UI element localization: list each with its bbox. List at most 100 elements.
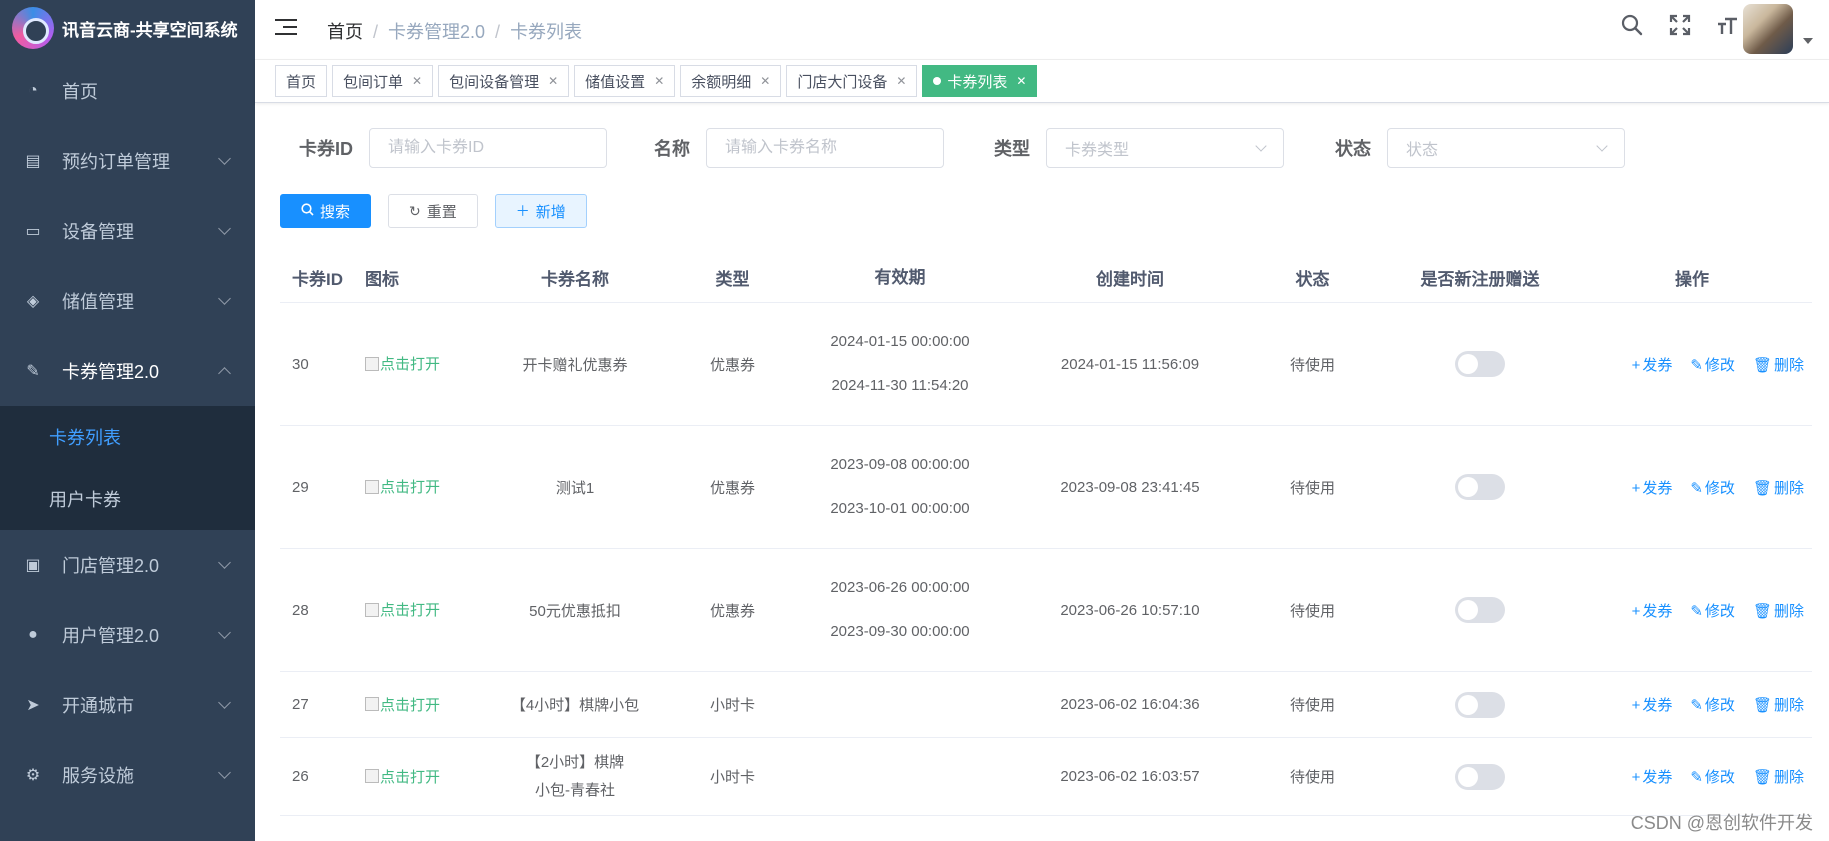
logo: 讯音云商-共享空间系统 — [0, 0, 255, 56]
tag-balance-details[interactable]: 余额明细 ✕ — [680, 65, 782, 97]
coupon-image-link[interactable]: 点击打开 — [365, 476, 440, 497]
button-label: 搜索 — [320, 203, 351, 221]
delete-button[interactable]: 🗑 删除 — [1753, 600, 1804, 621]
broken-image-icon — [365, 769, 379, 784]
cell-name: 【2小时】棋牌小包-青春社 — [525, 753, 625, 799]
delete-button[interactable]: 🗑 删除 — [1753, 694, 1804, 715]
edit-button[interactable]: ✎ 修改 — [1690, 766, 1735, 787]
sidebar-item-label: 预约订单管理 — [62, 152, 170, 172]
coupon-image-link[interactable]: 点击打开 — [365, 599, 440, 620]
action-label: 删除 — [1773, 602, 1804, 620]
action-label: 修改 — [1704, 602, 1735, 620]
close-icon[interactable]: ✕ — [760, 74, 770, 88]
register-gift-switch[interactable] — [1455, 474, 1505, 500]
breadcrumb-item: 卡券管理2.0 — [388, 22, 486, 42]
close-icon[interactable]: ✕ — [654, 74, 664, 88]
edit-button[interactable]: ✎ 修改 — [1690, 477, 1735, 498]
caret-down-icon[interactable] — [1803, 38, 1813, 44]
register-gift-switch[interactable] — [1455, 351, 1505, 377]
gear-icon: ⚙ — [25, 767, 41, 784]
action-label: 发券 — [1642, 769, 1673, 786]
tag-label: 包间订单 — [343, 73, 404, 91]
search-button[interactable]: 搜索 — [280, 194, 372, 228]
image-alt-text: 点击打开 — [380, 696, 441, 714]
breadcrumb-item[interactable]: 首页 — [327, 22, 363, 42]
tag-label: 门店大门设备 — [797, 73, 888, 91]
coupon-image-link[interactable]: 点击打开 — [365, 353, 440, 374]
cell-id: 30 — [292, 355, 309, 373]
edit-button[interactable]: ✎ 修改 — [1690, 694, 1735, 715]
add-button[interactable]: ＋ 新增 — [494, 194, 587, 228]
register-gift-switch[interactable] — [1455, 691, 1505, 718]
coupon-type-select[interactable]: 卡券类型 — [1046, 128, 1284, 168]
cell-created: 2023-06-26 10:57:10 — [1060, 601, 1200, 619]
sidebar-item-coupons[interactable]: ✎ 卡券管理2.0 — [0, 336, 255, 406]
cell-name: 50元优惠抵扣 — [529, 602, 621, 620]
cell-created: 2023-06-02 16:03:57 — [1060, 768, 1200, 785]
action-label: 修改 — [1704, 356, 1735, 374]
app-title: 讯音云商-共享空间系统 — [62, 20, 238, 40]
avatar[interactable] — [1743, 4, 1793, 54]
coupon-name-input[interactable] — [706, 128, 944, 168]
search-icon[interactable] — [1619, 14, 1645, 42]
status-select[interactable]: 状态 — [1387, 128, 1625, 168]
edit-button[interactable]: ✎ 修改 — [1690, 354, 1735, 375]
tag-room-devices[interactable]: 包间设备管理 ✕ — [438, 65, 570, 97]
issue-button[interactable]: + 发券 — [1632, 600, 1673, 621]
delete-button[interactable]: 🗑 删除 — [1753, 354, 1804, 375]
sidebar-subitem-user-coupons[interactable]: 用户卡券 — [0, 468, 255, 530]
sidebar-item-users[interactable]: ● 用户管理2.0 — [0, 600, 255, 670]
action-label: 修改 — [1704, 479, 1735, 497]
tag-coupon-list[interactable]: 卡券列表 ✕ — [922, 65, 1038, 97]
sidebar-item-home[interactable]: ◔ 首页 — [0, 56, 255, 126]
delete-button[interactable]: 🗑 删除 — [1753, 766, 1804, 787]
coupon-name-label: 名称 — [654, 139, 690, 159]
sidebar-item-orders[interactable]: ▤ 预约订单管理 — [0, 126, 255, 196]
delete-button[interactable]: 🗑 删除 — [1753, 477, 1804, 498]
coupon-id-input[interactable] — [369, 128, 607, 168]
coupon-id-label: 卡券ID — [299, 139, 353, 159]
chevron-down-icon — [1596, 140, 1608, 152]
sidebar-subitem-coupon-list[interactable]: 卡券列表 — [0, 406, 255, 468]
breadcrumb-item: 卡券列表 — [510, 22, 583, 42]
breadcrumb: 首页 / 卡券管理2.0/卡券列表 — [327, 22, 583, 42]
close-icon[interactable]: ✕ — [412, 74, 422, 88]
chevron-up-icon — [218, 367, 231, 380]
coupon-image-link[interactable]: 点击打开 — [365, 694, 440, 715]
close-icon[interactable]: ✕ — [896, 74, 906, 88]
tag-stored-value-settings[interactable]: 储值设置 ✕ — [574, 65, 676, 97]
reset-button[interactable]: ↻ 重置 — [388, 194, 478, 228]
monitor-icon: ▭ — [25, 223, 41, 240]
coupons-submenu: 卡券列表 用户卡券 — [0, 406, 255, 530]
register-gift-switch[interactable] — [1455, 597, 1505, 623]
tag-store-door-devices[interactable]: 门店大门设备 ✕ — [786, 65, 918, 97]
cell-status: 待使用 — [1289, 697, 1335, 714]
font-size-icon[interactable] — [1715, 14, 1741, 42]
edit-button[interactable]: ✎ 修改 — [1690, 600, 1735, 621]
edit-icon: ✎ — [1690, 769, 1703, 786]
fullscreen-icon[interactable] — [1667, 14, 1693, 42]
issue-button[interactable]: + 发券 — [1632, 766, 1673, 787]
coupon-image-link[interactable]: 点击打开 — [365, 766, 440, 787]
send-icon: ➤ — [26, 697, 40, 714]
column-header: 卡券ID — [292, 270, 343, 289]
tag-room-orders[interactable]: 包间订单 ✕ — [332, 65, 434, 97]
issue-button[interactable]: + 发券 — [1632, 694, 1673, 715]
table-row: 29 点击打开 测试1 优惠券 2023-09-08 00:00:00 2023-… — [280, 426, 1812, 549]
issue-button[interactable]: + 发券 — [1632, 477, 1673, 498]
sidebar-item-cities[interactable]: ➤ 开通城市 — [0, 670, 255, 740]
hamburger-icon[interactable] — [275, 19, 297, 37]
sidebar-item-stores[interactable]: ▣ 门店管理2.0 — [0, 530, 255, 600]
close-icon[interactable]: ✕ — [548, 74, 558, 88]
register-gift-switch[interactable] — [1455, 763, 1505, 790]
cell-register-gift — [1380, 474, 1580, 500]
tag-home[interactable]: 首页 — [275, 65, 328, 97]
close-icon[interactable]: ✕ — [1016, 74, 1026, 88]
issue-button[interactable]: + 发券 — [1632, 354, 1673, 375]
cell-type: 小时卡 — [709, 769, 755, 786]
sidebar-item-devices[interactable]: ▭ 设备管理 — [0, 196, 255, 266]
sidebar-item-stored-value[interactable]: ◈ 储值管理 — [0, 266, 255, 336]
sidebar-item-facilities[interactable]: ⚙ 服务设施 — [0, 740, 255, 810]
action-label: 发券 — [1642, 356, 1673, 374]
navbar: 首页 / 卡券管理2.0/卡券列表 — [255, 0, 1829, 60]
